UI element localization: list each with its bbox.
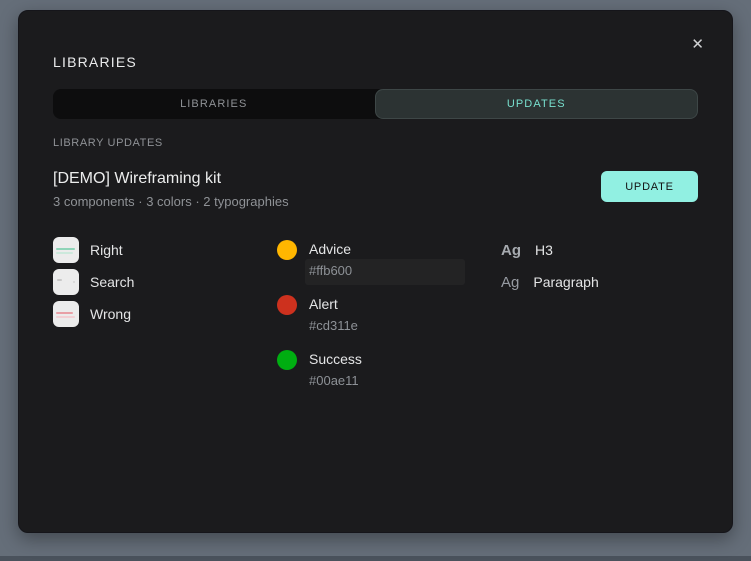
tab-updates[interactable]: UPDATES <box>375 89 699 119</box>
library-name: [DEMO] Wireframing kit <box>53 169 289 189</box>
typography-item: Ag H3 <box>501 237 698 263</box>
color-swatch <box>277 295 297 315</box>
component-name: Search <box>90 274 134 290</box>
typographies-column: Ag H3 Ag Paragraph <box>501 237 698 404</box>
color-swatch <box>277 350 297 370</box>
color-hex: #ffb600 <box>309 260 352 281</box>
libraries-dialog: ✕ LIBRARIES LIBRARIES UPDATES LIBRARY UP… <box>18 10 733 533</box>
color-name: Alert <box>309 294 358 315</box>
component-thumbnail-icon <box>53 269 79 295</box>
library-update-row: [DEMO] Wireframing kit 3 components · 3 … <box>53 169 698 210</box>
components-column: Right Search Wrong <box>53 237 277 404</box>
section-label: LIBRARY UPDATES <box>53 137 163 149</box>
tab-libraries[interactable]: LIBRARIES <box>53 89 375 119</box>
color-hex: #cd311e <box>309 315 358 336</box>
tab-bar: LIBRARIES UPDATES <box>53 89 698 119</box>
update-button[interactable]: UPDATE <box>601 171 698 202</box>
component-item: Wrong <box>53 301 277 327</box>
typography-item: Ag Paragraph <box>501 269 698 295</box>
component-name: Wrong <box>90 306 131 322</box>
color-item: Success #00ae11 <box>277 349 501 391</box>
component-item: Right <box>53 237 277 263</box>
typography-sample: Ag <box>501 274 519 291</box>
typography-name: H3 <box>535 242 553 258</box>
colors-column: Advice #ffb600 Alert #cd311e Success #00… <box>277 237 501 404</box>
dialog-title: LIBRARIES <box>53 54 137 70</box>
taskbar-edge <box>0 556 751 561</box>
color-swatch <box>277 240 297 260</box>
color-text: Advice #ffb600 <box>309 239 352 281</box>
close-icon[interactable]: ✕ <box>691 37 704 52</box>
color-text: Success #00ae11 <box>309 349 362 391</box>
library-summary: 3 components · 3 colors · 2 typographies <box>53 194 289 210</box>
component-name: Right <box>90 242 123 258</box>
component-thumbnail-icon <box>53 237 79 263</box>
color-hex: #00ae11 <box>309 370 362 391</box>
color-name: Success <box>309 349 362 370</box>
color-text: Alert #cd311e <box>309 294 358 336</box>
library-info: [DEMO] Wireframing kit 3 components · 3 … <box>53 169 289 210</box>
color-name: Advice <box>309 239 352 260</box>
library-contents-grid: Right Search Wrong Advice #ffb600 <box>53 237 698 404</box>
typography-name: Paragraph <box>533 274 598 290</box>
typography-sample: Ag <box>501 242 521 259</box>
color-item: Advice #ffb600 <box>277 239 501 281</box>
color-item: Alert #cd311e <box>277 294 501 336</box>
component-item: Search <box>53 269 277 295</box>
component-thumbnail-icon <box>53 301 79 327</box>
